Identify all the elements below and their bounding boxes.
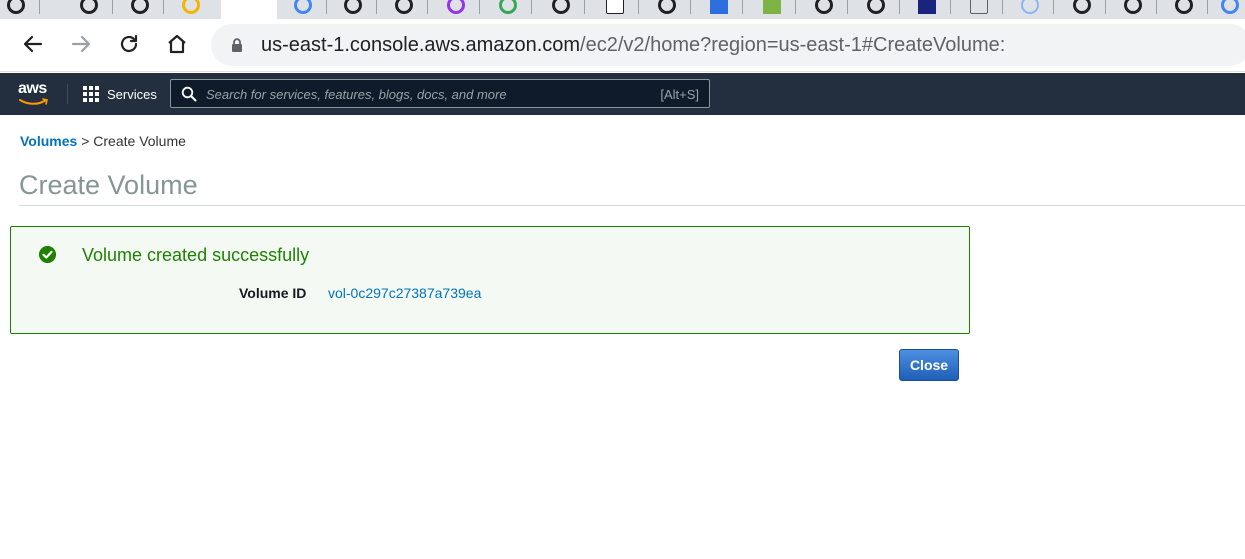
arrow-right-icon [71, 35, 91, 53]
browser-tab[interactable] [798, 0, 848, 19]
forward-button[interactable] [66, 29, 96, 59]
browser-tab[interactable] [277, 0, 327, 19]
browser-tab[interactable] [430, 0, 480, 19]
title-divider [19, 205, 1245, 206]
browser-tab[interactable] [482, 0, 532, 19]
browser-tab[interactable] [693, 0, 743, 19]
grid-icon [83, 86, 99, 102]
search-input[interactable]: Search for services, features, blogs, do… [170, 79, 710, 108]
tab-favicon-icon [970, 0, 988, 14]
browser-tab[interactable] [114, 0, 164, 19]
search-icon [181, 86, 197, 102]
url-text: us-east-1.console.aws.amazon.com/ec2/v2/… [261, 34, 1005, 57]
success-message: Volume created successfully [82, 245, 310, 265]
tab-favicon-icon [1021, 0, 1039, 14]
tab-favicon-icon [763, 0, 781, 14]
arrow-left-icon [23, 35, 43, 53]
tab-favicon-icon [7, 0, 25, 14]
browser-toolbar: us-east-1.console.aws.amazon.com/ec2/v2/… [0, 19, 1245, 72]
success-alert: Volume created successfully Volume ID vo… [10, 226, 970, 334]
browser-tab[interactable] [850, 0, 900, 19]
browser-tab[interactable] [1107, 0, 1157, 19]
browser-tab[interactable] [63, 0, 113, 19]
lock-icon [232, 38, 242, 52]
home-icon [168, 34, 186, 54]
tab-favicon-icon [344, 0, 362, 14]
volume-id-link[interactable]: vol-0c297c27387a739ea [328, 285, 481, 301]
breadcrumb-separator: > [81, 133, 90, 149]
search-placeholder: Search for services, features, blogs, do… [206, 87, 507, 102]
tab-favicon-icon [658, 0, 676, 14]
browser-tab[interactable] [535, 0, 585, 19]
tab-favicon-icon [710, 0, 728, 14]
browser-tab[interactable] [1204, 0, 1245, 19]
home-button[interactable] [162, 29, 192, 59]
close-button[interactable]: Close [899, 349, 959, 381]
search-shortcut-hint: [Alt+S] [660, 87, 699, 102]
tab-favicon-icon [499, 0, 517, 14]
browser-tab[interactable] [378, 0, 428, 19]
tab-favicon-icon [182, 0, 200, 14]
services-menu-button[interactable]: Services [83, 84, 157, 104]
tab-favicon-icon [131, 0, 149, 14]
browser-tab[interactable] [1056, 0, 1106, 19]
tab-favicon-icon [918, 0, 936, 14]
browser-tab[interactable] [1004, 0, 1054, 19]
breadcrumb-current: Create Volume [93, 133, 186, 149]
address-bar[interactable]: us-east-1.console.aws.amazon.com/ec2/v2/… [211, 24, 1245, 66]
back-button[interactable] [18, 29, 48, 59]
url-path: /ec2/v2/home?region=us-east-1#CreateVolu… [580, 34, 1006, 56]
browser-tab[interactable] [1158, 0, 1208, 19]
tab-favicon-icon [867, 0, 885, 14]
browser-tab-active[interactable] [221, 0, 277, 19]
browser-tab[interactable] [589, 0, 639, 19]
navbar-divider [67, 84, 68, 104]
url-host: us-east-1.console.aws.amazon.com [261, 34, 581, 56]
browser-tab[interactable] [165, 0, 215, 19]
tab-favicon-icon [1221, 0, 1239, 14]
tab-favicon-icon [1175, 0, 1193, 14]
tab-favicon-icon [395, 0, 413, 14]
tab-favicon-icon [1124, 0, 1142, 14]
volume-id-label: Volume ID [239, 285, 307, 301]
tab-favicon-icon [294, 0, 312, 14]
browser-tab[interactable] [746, 0, 796, 19]
reload-button[interactable] [114, 29, 144, 59]
aws-logo-text: aws [18, 80, 47, 97]
success-check-icon [39, 246, 56, 263]
tab-favicon-icon [606, 0, 624, 14]
aws-navbar: aws Services Search for services, featur… [0, 73, 1245, 115]
tab-favicon-icon [80, 0, 98, 14]
browser-tab[interactable] [901, 0, 951, 19]
tab-favicon-icon [1073, 0, 1091, 14]
reload-icon [120, 34, 138, 53]
browser-tab-strip [0, 0, 1245, 19]
page-title: Create Volume [19, 170, 198, 200]
browser-tab[interactable] [953, 0, 1003, 19]
browser-tab[interactable] [327, 0, 377, 19]
browser-tab[interactable] [0, 0, 40, 19]
breadcrumb-volumes-link[interactable]: Volumes [20, 133, 77, 149]
tab-favicon-icon [447, 0, 465, 14]
breadcrumb: Volumes > Create Volume [20, 133, 186, 149]
browser-tab[interactable] [641, 0, 691, 19]
aws-logo[interactable]: aws [18, 80, 50, 106]
services-label: Services [107, 86, 157, 102]
tab-favicon-icon [815, 0, 833, 14]
aws-smile-icon [19, 98, 48, 105]
tab-favicon-icon [552, 0, 570, 14]
